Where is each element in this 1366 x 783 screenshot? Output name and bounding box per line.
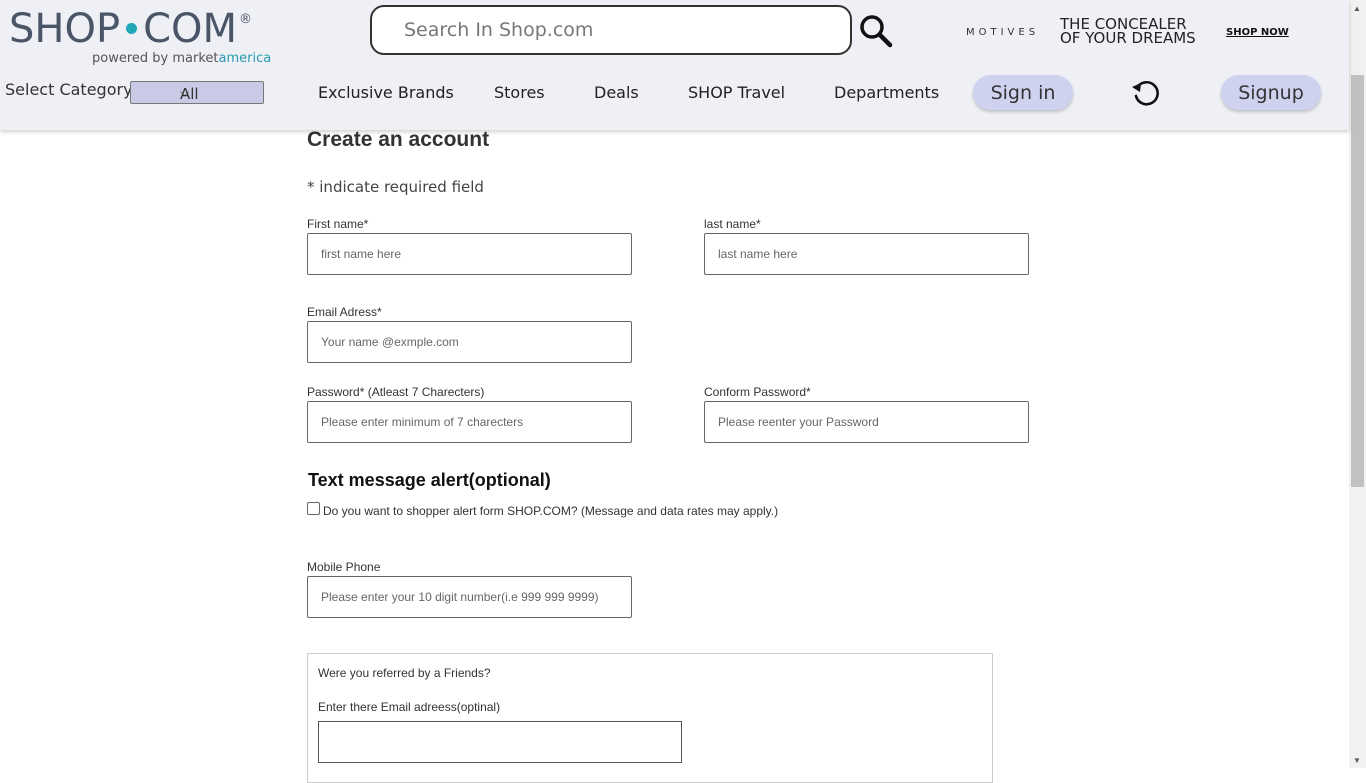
select-category-label: Select Category bbox=[5, 80, 133, 99]
confirm-password-label: Conform Password* bbox=[704, 385, 811, 399]
ad-brand-motives[interactable]: MOTIVES bbox=[966, 27, 1039, 38]
page-title: Create an account bbox=[307, 128, 490, 151]
tagline-market: market bbox=[172, 51, 219, 66]
search-input[interactable] bbox=[402, 7, 846, 53]
logo-dot bbox=[126, 22, 138, 34]
last-name-input[interactable] bbox=[716, 234, 1020, 274]
referral-question: Were you referred by a Friends? bbox=[318, 666, 491, 680]
logo-tagline: powered by marketamerica bbox=[92, 51, 271, 66]
nav-deals[interactable]: Deals bbox=[594, 83, 639, 102]
password-field bbox=[307, 401, 632, 443]
email-input[interactable] bbox=[319, 322, 623, 362]
search-icon[interactable] bbox=[859, 14, 893, 48]
mobile-phone-input[interactable] bbox=[319, 577, 623, 617]
tagline-america: america bbox=[218, 51, 272, 66]
email-label: Email Adress* bbox=[307, 305, 382, 319]
mobile-phone-label: Mobile Phone bbox=[307, 560, 381, 574]
refresh-icon[interactable] bbox=[1130, 77, 1162, 109]
email-field bbox=[307, 321, 632, 363]
sign-in-button[interactable]: Sign in bbox=[973, 75, 1073, 110]
registered-mark: ® bbox=[239, 12, 253, 27]
nav-exclusive-brands[interactable]: Exclusive Brands bbox=[318, 83, 454, 102]
scrollbar-thumb[interactable] bbox=[1351, 75, 1364, 487]
sms-alert-checkbox-label[interactable]: Do you want to shopper alert form SHOP.C… bbox=[323, 504, 778, 518]
scroll-down-icon[interactable]: ▼ bbox=[1353, 756, 1361, 765]
tagline-prefix: powered by bbox=[92, 51, 173, 66]
logo-text-shop: SHOP bbox=[9, 6, 121, 52]
password-label: Password* (Atleast 7 Charecters) bbox=[307, 385, 485, 399]
first-name-field bbox=[307, 233, 632, 275]
password-input[interactable] bbox=[319, 402, 623, 442]
ad-tagline[interactable]: THE CONCEALER OF YOUR DREAMS bbox=[1060, 17, 1196, 47]
confirm-password-field bbox=[704, 401, 1029, 443]
ad-tagline-line2: OF YOUR DREAMS bbox=[1060, 29, 1196, 47]
mobile-phone-field bbox=[307, 576, 632, 618]
site-header: SHOP COM® powered by marketamerica MOTIVE… bbox=[0, 0, 1349, 130]
required-field-note: * indicate required field bbox=[307, 178, 484, 196]
last-name-field bbox=[704, 233, 1029, 275]
search-bar bbox=[370, 5, 852, 55]
shop-now-link[interactable]: SHOP NOW bbox=[1226, 27, 1289, 38]
first-name-label: First name* bbox=[307, 217, 369, 231]
first-name-input[interactable] bbox=[319, 234, 623, 274]
nav-departments[interactable]: Departments bbox=[834, 83, 939, 102]
logo-text-com: COM bbox=[143, 6, 238, 52]
shop-com-logo[interactable]: SHOP COM ® bbox=[9, 6, 252, 52]
scroll-up-icon[interactable]: ▲ bbox=[1353, 4, 1361, 13]
sms-alert-checkbox[interactable] bbox=[307, 502, 320, 515]
referral-email-field[interactable] bbox=[318, 721, 682, 763]
last-name-label: last name* bbox=[704, 217, 761, 231]
page-scrollbar[interactable]: ▲ ▼ bbox=[1349, 0, 1366, 768]
signup-button[interactable]: Signup bbox=[1221, 75, 1321, 110]
nav-shop-travel[interactable]: SHOP Travel bbox=[688, 83, 785, 102]
chevron-down-icon: ⌵ bbox=[180, 85, 190, 99]
confirm-password-input[interactable] bbox=[716, 402, 1020, 442]
category-select[interactable]: All ⌵ bbox=[130, 81, 264, 104]
referral-email-label: Enter there Email adreess(optinal) bbox=[318, 700, 501, 714]
sms-section-title: Text message alert(optional) bbox=[308, 470, 551, 490]
nav-stores[interactable]: Stores bbox=[494, 83, 545, 102]
